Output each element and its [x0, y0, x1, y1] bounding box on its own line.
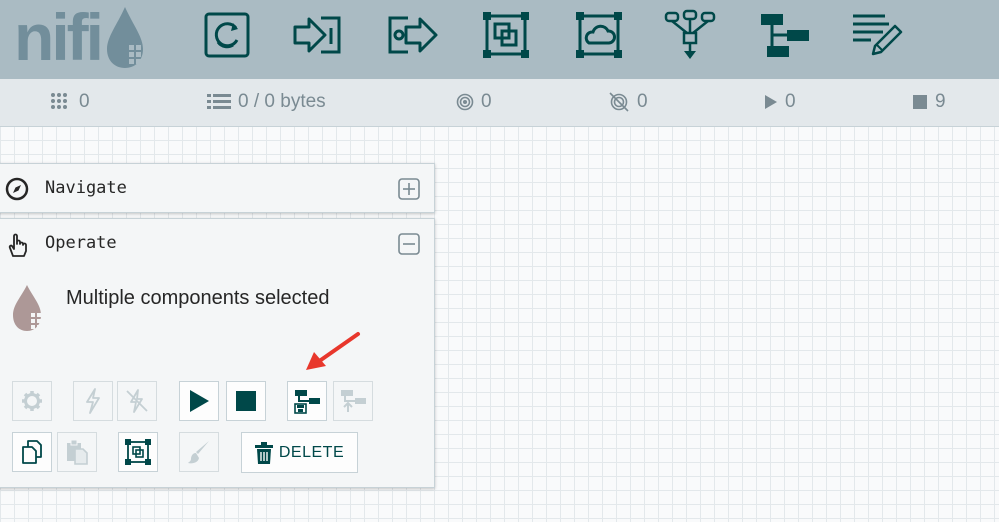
template-icon: [761, 14, 809, 57]
running-value: 0: [785, 91, 796, 112]
group-button[interactable]: [118, 432, 158, 472]
start-button[interactable]: [179, 381, 219, 421]
configure-icon: [22, 391, 42, 411]
delete-button[interactable]: DELETE: [241, 432, 358, 473]
logo-text: nifi: [14, 0, 104, 74]
group-icon: [125, 439, 151, 465]
toolbar-input-port-button[interactable]: [290, 7, 346, 63]
plus-square-icon[interactable]: [398, 178, 420, 200]
threads-icon: [51, 93, 67, 109]
navigate-panel-header[interactable]: Navigate: [0, 164, 434, 214]
stop-button[interactable]: [226, 381, 266, 421]
funnel-icon: [664, 9, 716, 59]
not-transmitting-value: 0: [637, 91, 648, 112]
compass-icon: [5, 177, 29, 201]
active-threads-status: 0: [50, 79, 90, 125]
operate-panel-header[interactable]: Operate: [0, 219, 434, 269]
nifi-drop-icon: [106, 7, 148, 68]
remote-process-group-icon: [576, 12, 622, 58]
transmitting-value: 0: [481, 91, 492, 112]
copy-button[interactable]: [12, 432, 52, 472]
active-threads-value: 0: [79, 91, 90, 112]
not-transmitting-icon: [609, 92, 629, 112]
create-template-icon: [294, 390, 320, 414]
running-status: 0: [764, 79, 796, 125]
navigate-panel: Navigate: [0, 163, 435, 213]
status-bar: 0 0 / 0 bytes 0 0 0 9: [0, 79, 999, 127]
create-template-button[interactable]: [287, 381, 327, 421]
delete-label: DELETE: [278, 443, 345, 461]
app-header: nifi: [0, 0, 999, 79]
toolbar-funnel-button[interactable]: [662, 7, 718, 63]
stop-icon: [913, 95, 927, 109]
copy-icon: [22, 440, 42, 464]
minus-square-icon[interactable]: [398, 233, 420, 255]
list-icon: [207, 94, 231, 109]
selection-drop-icon: [13, 285, 47, 331]
color-button[interactable]: [179, 432, 219, 472]
hand-pointer-icon: [8, 233, 27, 257]
toolbar-output-port-button[interactable]: [384, 7, 440, 63]
stop-icon: [236, 391, 256, 411]
queued-status: 0 / 0 bytes: [207, 79, 326, 125]
output-port-icon: [388, 16, 438, 54]
toolbar-template-button[interactable]: [756, 7, 812, 63]
enable-icon: [86, 388, 100, 414]
queued-value: 0 / 0 bytes: [238, 91, 326, 112]
enable-button[interactable]: [73, 381, 113, 421]
stopped-status: 9: [912, 79, 946, 125]
navigate-title: Navigate: [45, 178, 127, 198]
play-icon: [765, 95, 777, 109]
input-port-icon: [293, 16, 341, 54]
color-icon: [188, 441, 209, 464]
operate-panel: Operate Multiple components selected DEL…: [0, 218, 435, 488]
configure-button[interactable]: [12, 381, 52, 421]
upload-template-button[interactable]: [333, 381, 373, 421]
selection-text: Multiple components selected: [66, 287, 330, 309]
start-icon: [190, 390, 209, 412]
process-group-icon: [483, 12, 529, 58]
transmitting-icon: [456, 93, 474, 111]
stopped-value: 9: [935, 91, 946, 112]
toolbar-label-button[interactable]: [848, 7, 904, 63]
transmitting-status: 0: [456, 79, 492, 125]
operate-title: Operate: [45, 233, 117, 253]
nifi-logo: nifi: [14, 2, 149, 72]
disable-button[interactable]: [117, 381, 157, 421]
toolbar-process-group-button[interactable]: [478, 7, 534, 63]
not-transmitting-status: 0: [608, 79, 648, 125]
upload-template-icon: [341, 390, 366, 412]
toolbar-processor-button[interactable]: [199, 7, 255, 63]
label-icon: [853, 14, 903, 56]
paste-icon: [67, 439, 88, 465]
trash-icon: [254, 441, 273, 464]
toolbar-remote-process-group-button[interactable]: [571, 7, 627, 63]
paste-button[interactable]: [57, 432, 97, 472]
processor-icon: [204, 12, 250, 58]
disable-icon: [126, 389, 148, 413]
